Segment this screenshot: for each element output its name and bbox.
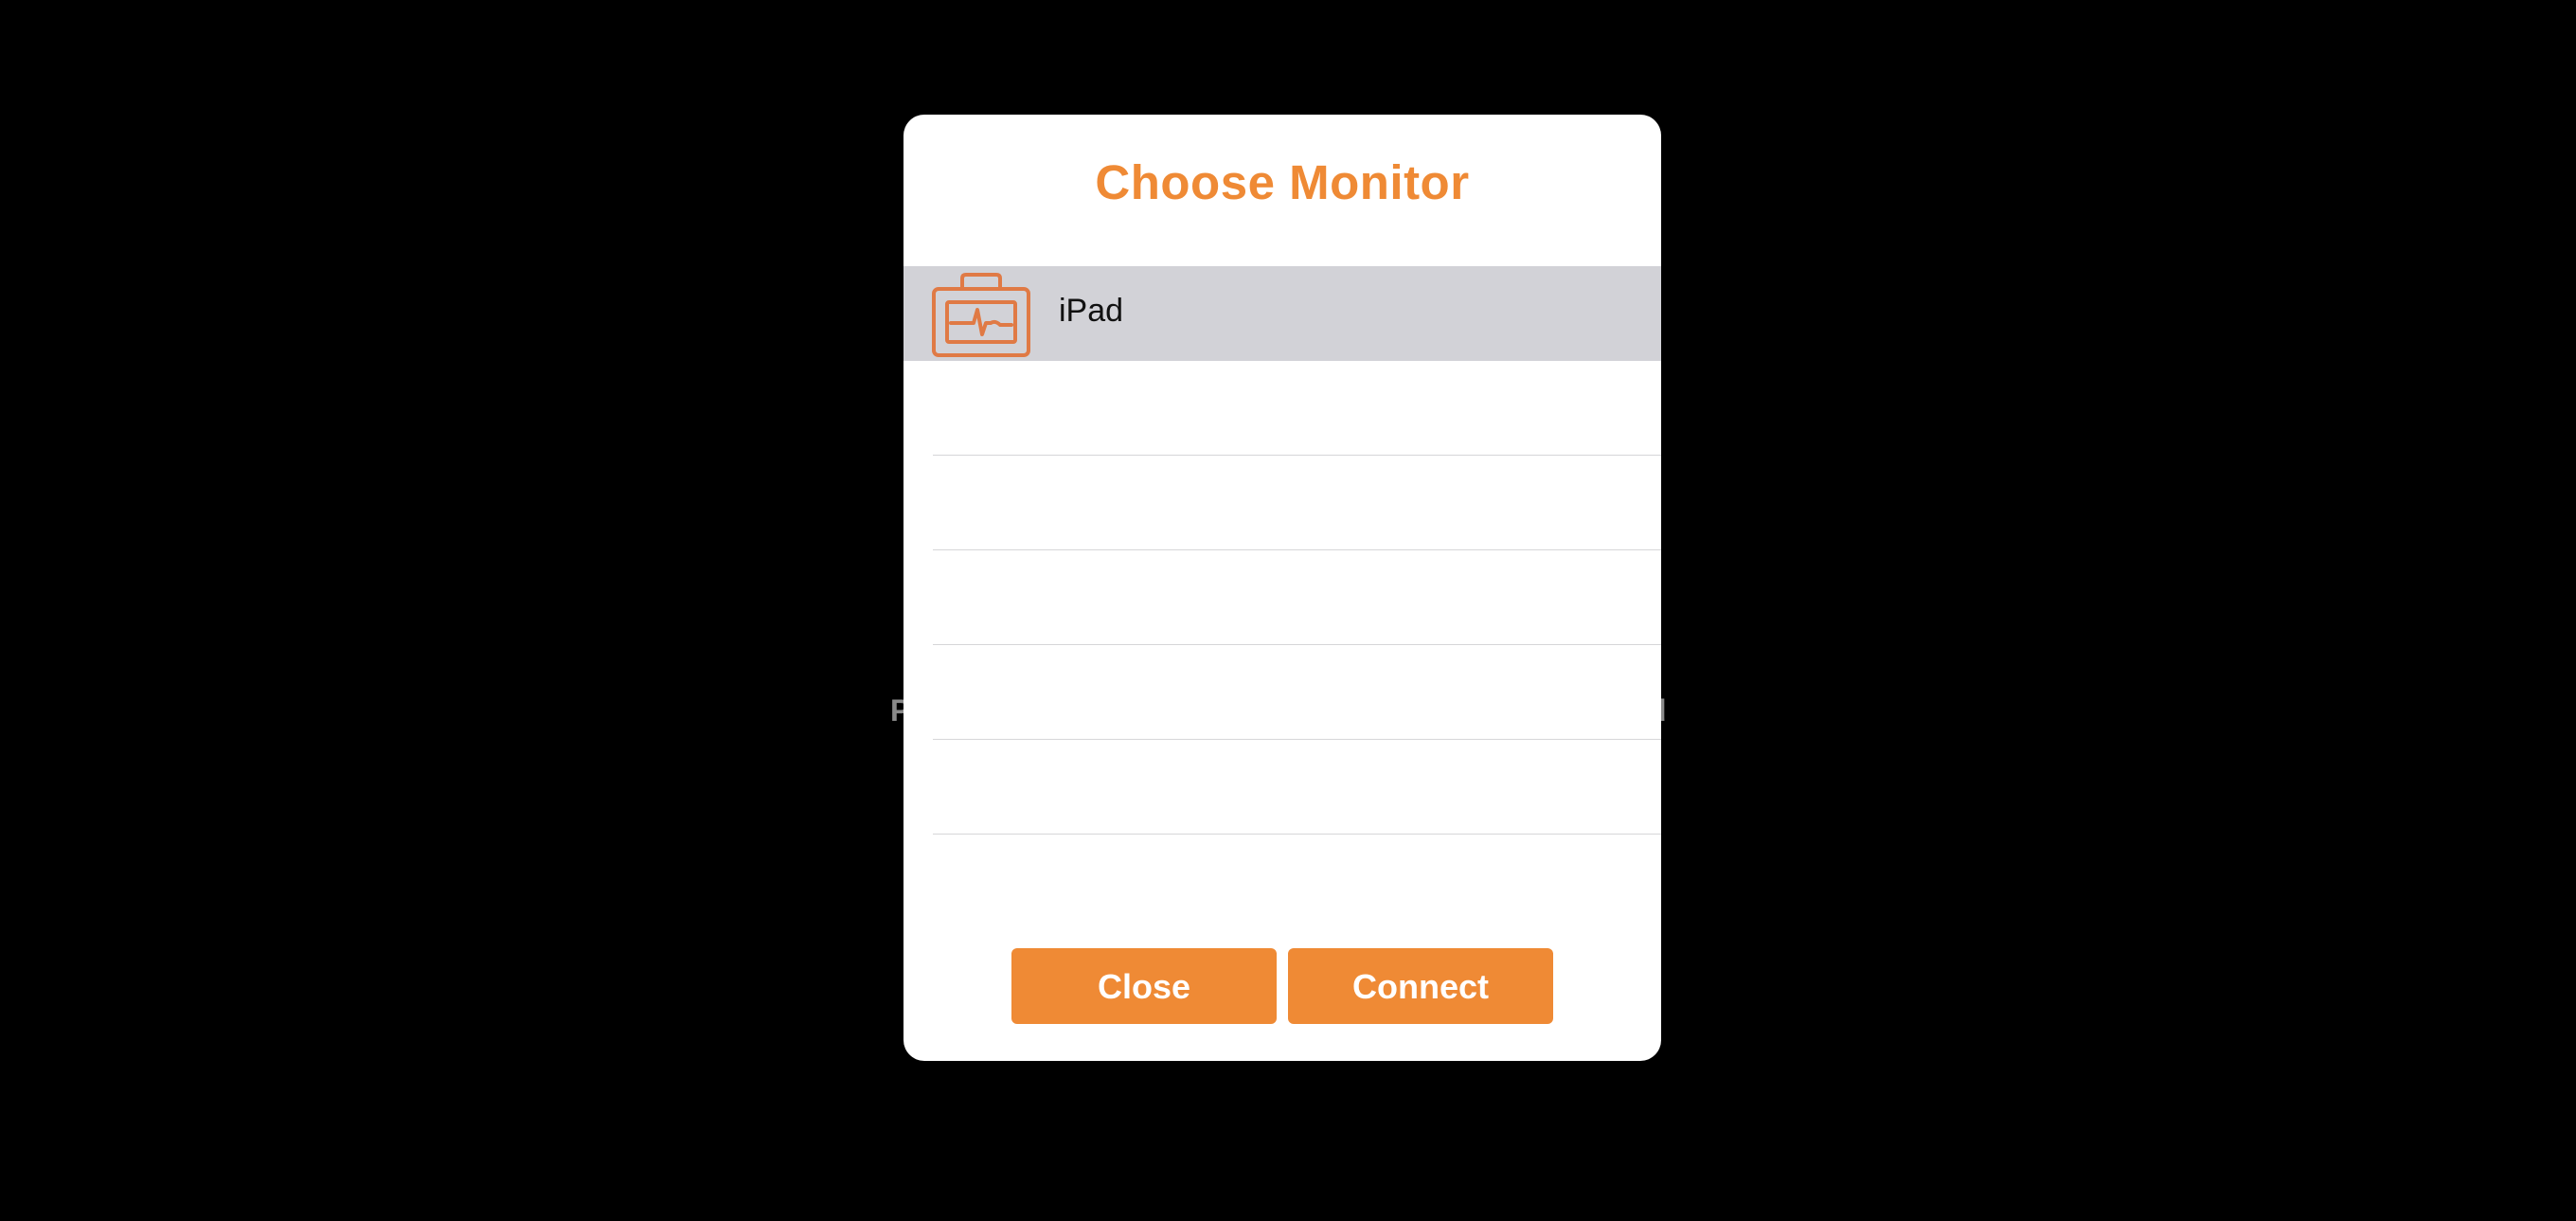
list-item-empty <box>903 740 1661 835</box>
dialog-title: Choose Monitor <box>1095 155 1470 209</box>
monitor-list-item-ipad[interactable]: iPad <box>903 266 1661 361</box>
list-item-empty <box>903 550 1661 645</box>
choose-monitor-dialog: Choose Monitor iPad Close Connect <box>903 115 1661 1061</box>
monitor-case-icon <box>932 273 1030 357</box>
monitor-list-item-label: iPad <box>1059 293 1124 329</box>
list-item-empty <box>903 456 1661 550</box>
list-item-empty <box>903 645 1661 740</box>
list-item-empty <box>903 361 1661 456</box>
close-button[interactable]: Close <box>1011 948 1277 1024</box>
monitor-list: iPad <box>903 266 1661 835</box>
connect-button[interactable]: Connect <box>1288 948 1553 1024</box>
